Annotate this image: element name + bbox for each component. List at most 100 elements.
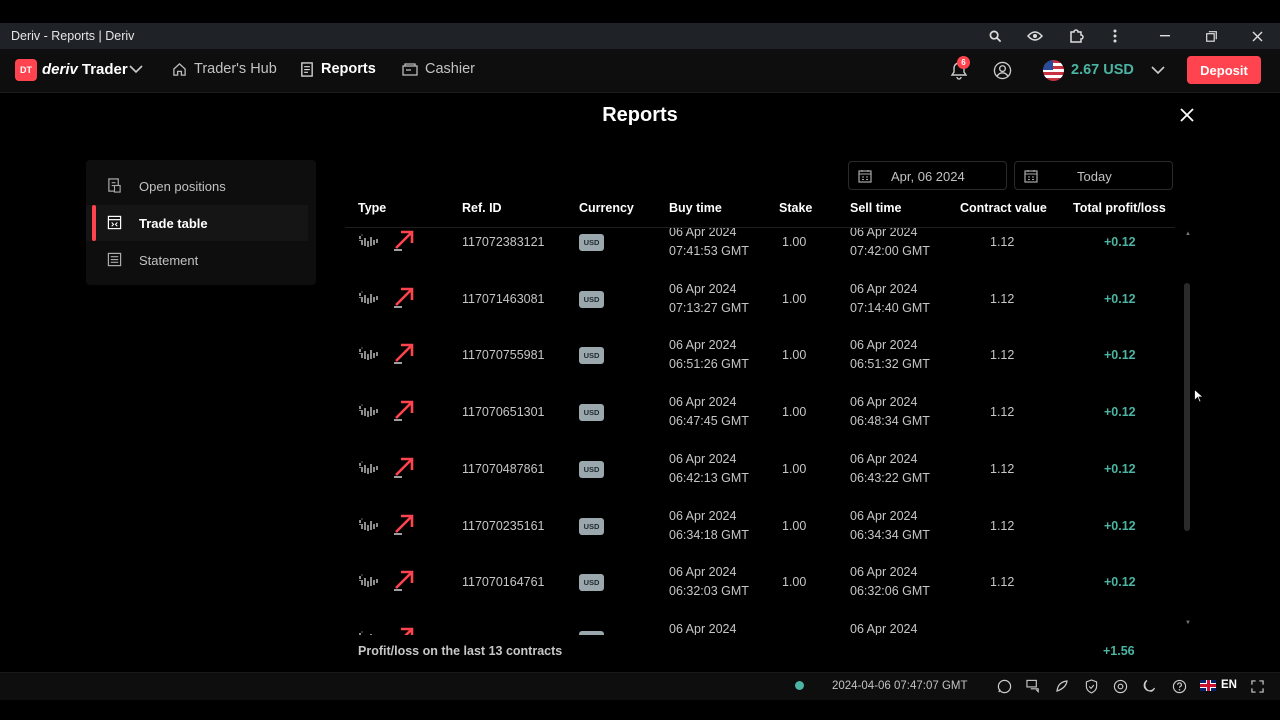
- ref-id-cell[interactable]: 117070164761: [462, 575, 545, 589]
- account-profile-icon[interactable]: [989, 57, 1015, 83]
- usd-flag-icon[interactable]: [1043, 60, 1064, 81]
- nav-reports[interactable]: Reports: [300, 61, 376, 77]
- sell-time-cell: 06 Apr 2024: [850, 620, 917, 635]
- statement-icon: [107, 252, 122, 267]
- trade-table-body[interactable]: 117072383121 USD 06 Apr 2024 07:41:53 GMT 1.…: [345, 228, 1190, 635]
- eye-icon[interactable]: [1020, 23, 1050, 49]
- column-header-currency[interactable]: Currency: [579, 201, 634, 219]
- reports-sidebar: Open positions Trade table Statement: [86, 160, 316, 285]
- dark-mode-moon-icon[interactable]: [1140, 677, 1158, 695]
- close-icon[interactable]: [1177, 105, 1197, 125]
- rise-arrow-icon: [392, 285, 416, 309]
- sidebar-item-trade-table[interactable]: Trade table: [86, 205, 308, 241]
- currency-badge: USD: [579, 574, 604, 592]
- column-header-ref-id[interactable]: Ref. ID: [462, 201, 502, 219]
- date-to-picker[interactable]: Today: [1014, 161, 1173, 190]
- column-header-type[interactable]: Type: [358, 201, 386, 219]
- deposit-button[interactable]: Deposit: [1187, 56, 1261, 84]
- ref-id-cell[interactable]: 117072383121: [462, 235, 545, 249]
- summary-value: +1.56: [1103, 644, 1135, 658]
- stake-cell: 1.00: [782, 518, 807, 533]
- ref-id-cell[interactable]: 117070487861: [462, 462, 545, 476]
- rise-arrow-icon: [392, 228, 416, 252]
- trade-table-icon: [107, 215, 122, 230]
- contract-value-cell: 1.12: [990, 291, 1015, 306]
- table-row[interactable]: 117070235161 USD 06 Apr 2024 06:34:18 GMT 1.…: [345, 498, 1190, 555]
- buy-date: 06 Apr 2024: [669, 451, 737, 466]
- nav-traders-hub[interactable]: Trader's Hub: [172, 61, 277, 77]
- minimize-icon[interactable]: [1150, 23, 1180, 49]
- table-row[interactable]: 117070755981 USD 06 Apr 2024 06:51:26 GMT 1.…: [345, 327, 1190, 384]
- table-scrollbar[interactable]: [1184, 283, 1190, 531]
- uk-flag-icon: [1200, 679, 1216, 691]
- browser-menu-icon[interactable]: [1100, 23, 1130, 49]
- column-header-sell-time[interactable]: Sell time: [850, 201, 901, 219]
- column-header-stake[interactable]: Stake: [779, 201, 812, 219]
- sidebar-item-open-positions[interactable]: Open positions: [86, 168, 308, 204]
- nav-cashier[interactable]: Cashier: [402, 61, 475, 77]
- table-row[interactable]: 117070651301 USD 06 Apr 2024 06:47:45 GMT 1.…: [345, 384, 1190, 441]
- scroll-down-icon[interactable]: ▼: [1185, 620, 1191, 626]
- restore-icon[interactable]: [1196, 23, 1226, 49]
- sell-time: 07:42:00 GMT: [850, 244, 930, 258]
- fullscreen-icon[interactable]: [1248, 677, 1266, 695]
- scroll-up-icon[interactable]: ▲: [1185, 231, 1191, 237]
- sell-time: 06:51:32 GMT: [850, 357, 930, 372]
- column-header-buy-time[interactable]: Buy time: [669, 201, 722, 219]
- whatsapp-icon[interactable]: [995, 677, 1013, 695]
- sidebar-item-label: Open positions: [139, 178, 226, 194]
- logo-product: Trader: [81, 61, 128, 78]
- table-row[interactable]: 117072383121 USD 06 Apr 2024 07:41:53 GMT 1.…: [345, 228, 1190, 271]
- gambling-awareness-icon[interactable]: [1111, 677, 1129, 695]
- date-from-picker[interactable]: Apr, 06 2024: [848, 161, 1007, 190]
- buy-date: 06 Apr 2024: [669, 565, 737, 580]
- reports-icon: [301, 61, 313, 77]
- ref-id-cell[interactable]: 117070651301: [462, 405, 545, 419]
- account-switcher-chevron-icon[interactable]: [1150, 62, 1166, 78]
- buy-time-cell: 06 Apr 2024 06:51:26 GMT: [669, 336, 749, 374]
- buy-date: 06 Apr 2024: [669, 508, 737, 523]
- account-balance[interactable]: 2.67 USD: [1071, 62, 1134, 78]
- buy-time-cell: 06 Apr 2024 06:42:13 GMT: [669, 450, 749, 488]
- profit-loss-cell: +0.12: [1104, 518, 1136, 533]
- logo-badge[interactable]: DT: [15, 59, 37, 81]
- ref-id-cell[interactable]: 117070755981: [462, 348, 545, 362]
- live-chat-icon[interactable]: [1024, 677, 1042, 695]
- cashier-icon: [402, 63, 418, 76]
- currency-badge: USD: [579, 347, 604, 365]
- logo-text[interactable]: deriv Trader: [42, 61, 128, 78]
- buy-date: 06 Apr 2024: [669, 621, 737, 635]
- profit-loss-cell: +0.12: [1104, 291, 1136, 306]
- language-selector[interactable]: EN: [1200, 679, 1237, 691]
- help-icon[interactable]: [1170, 677, 1188, 695]
- logo-brand: deriv: [42, 61, 78, 78]
- sidebar-item-statement[interactable]: Statement: [86, 242, 308, 278]
- contract-type-ticks-icon: [358, 347, 380, 363]
- sidebar-item-label: Statement: [139, 252, 199, 268]
- table-row[interactable]: 117070164761 USD 06 Apr 2024 06:32:03 GMT 1.…: [345, 554, 1190, 611]
- profit-loss-cell: +0.12: [1104, 461, 1136, 476]
- browser-search-icon[interactable]: [980, 23, 1010, 49]
- extensions-icon[interactable]: [1061, 23, 1091, 49]
- deriv-app-icon[interactable]: [1053, 677, 1071, 695]
- table-row[interactable]: USD 06 Apr 2024 06 Apr 2024: [345, 611, 1190, 635]
- ref-id-cell[interactable]: 117070235161: [462, 519, 545, 533]
- sell-date: 06 Apr 2024: [850, 565, 918, 580]
- sell-time: 06:34:34 GMT: [850, 527, 930, 542]
- column-header-contract-value[interactable]: Contract value: [960, 201, 1047, 219]
- stake-cell: 1.00: [782, 461, 807, 476]
- sell-time: 06:43:22 GMT: [850, 470, 930, 485]
- chevron-down-icon[interactable]: [128, 61, 144, 77]
- window-close-icon[interactable]: [1242, 23, 1272, 49]
- responsible-trading-shield-icon[interactable]: [1082, 677, 1100, 695]
- contract-type-ticks-icon: [358, 574, 380, 590]
- contract-value-cell: 1.12: [990, 575, 1015, 590]
- contract-type-ticks-icon: [358, 234, 380, 250]
- column-header-total-profit-loss[interactable]: Total profit/loss: [1073, 201, 1166, 219]
- page-title: Reports: [602, 104, 678, 126]
- buy-time-cell: 06 Apr 2024 06:32:03 GMT: [669, 563, 749, 601]
- ref-id-cell[interactable]: 117071463081: [462, 292, 545, 306]
- sell-time-cell: 06 Apr 2024 07:42:00 GMT: [850, 228, 930, 261]
- table-row[interactable]: 117071463081 USD 06 Apr 2024 07:13:27 GMT 1.…: [345, 271, 1190, 328]
- table-row[interactable]: 117070487861 USD 06 Apr 2024 06:42:13 GMT 1.…: [345, 441, 1190, 498]
